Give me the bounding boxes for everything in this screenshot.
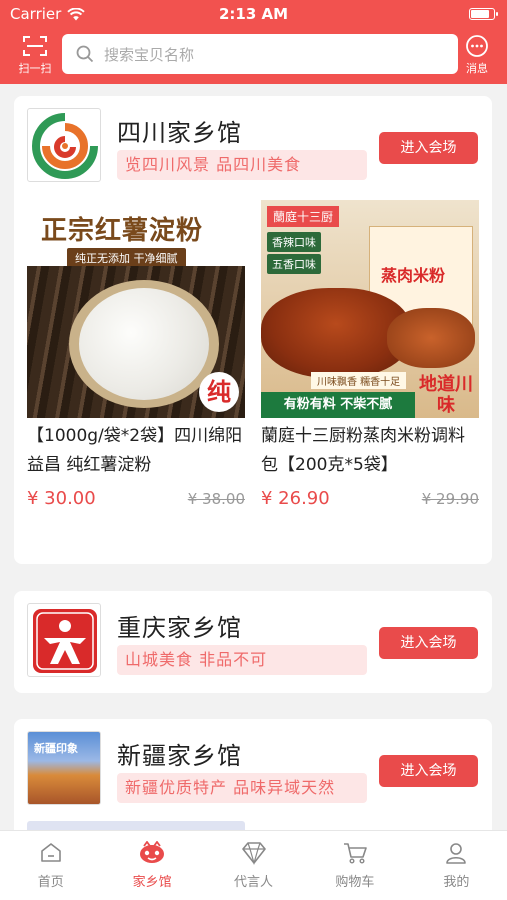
xinjiang-logo-text: 新疆印象	[34, 742, 78, 755]
product-price: ¥ 26.90	[261, 488, 330, 509]
tab-label: 购物车	[335, 875, 375, 890]
sichuan-hall-logo	[27, 108, 101, 182]
product-price: ¥ 30.00	[27, 488, 96, 509]
product-card[interactable]: 正宗红薯淀粉 纯正无添加 干净细腻 纯 【1000g/袋*2袋】四川绵阳 益昌 …	[27, 200, 245, 509]
search-icon	[76, 45, 94, 63]
hall-name: 新疆家乡馆	[117, 742, 242, 770]
status-time: 2:13 AM	[218, 5, 289, 23]
tab-label: 首页	[37, 875, 64, 890]
product-image-brand: 蘭庭十三厨	[267, 206, 340, 227]
message-icon	[466, 35, 488, 57]
tab-label: 代言人	[234, 875, 274, 890]
scan-label: 扫一扫	[18, 62, 52, 75]
product-original-price: ¥ 38.00	[187, 489, 245, 508]
product-image-strip: 川味飘香 糯香十足	[311, 372, 407, 389]
tab-cart[interactable]: 购物车	[304, 831, 405, 900]
tab-spokesperson[interactable]: 代言人	[203, 831, 304, 900]
product-image-badge: 地道川味	[419, 374, 473, 416]
tab-label: 家乡馆	[132, 875, 172, 890]
product-image-bottom-slogan: 有粉有料 不柴不腻	[261, 392, 415, 418]
product-image-title: 正宗红薯淀粉	[41, 216, 204, 246]
xinjiang-hall-logo: 新疆印象	[27, 731, 101, 805]
battery-icon	[469, 8, 498, 20]
product-name: 【1000g/袋*2袋】四川绵阳 益昌 纯红薯淀粉	[27, 426, 243, 475]
user-icon	[446, 843, 467, 864]
hall-slogan: 新疆优质特产 品味异域天然	[117, 773, 367, 803]
hometown-icon	[140, 841, 165, 863]
hall-card-sichuan: 四川家乡馆 览四川风景 品四川美食 进入会场 正宗红薯淀粉 纯正无添加 干净细腻…	[14, 96, 492, 564]
product-image-badge: 纯	[199, 372, 239, 412]
product-image: 正宗红薯淀粉 纯正无添加 干净细腻 纯	[27, 200, 245, 418]
product-image: 蘭庭十三厨 香辣口味 五香口味 蒸肉米粉 川味飘香 糯香十足 有粉有料 不柴不腻…	[261, 200, 479, 418]
home-icon	[40, 843, 61, 862]
hall-slogan: 览四川风景 品四川美食	[117, 150, 367, 180]
hall-name: 重庆家乡馆	[117, 614, 242, 642]
diamond-icon	[241, 842, 266, 865]
enter-venue-button[interactable]: 进入会场	[379, 755, 478, 787]
tab-hometown[interactable]: 家乡馆	[101, 831, 202, 900]
product-image-subtitle: 纯正无添加 干净细腻	[67, 248, 186, 268]
product-image-tag: 香辣口味	[267, 232, 321, 252]
search-input[interactable]: 搜索宝贝名称	[62, 34, 458, 74]
tab-label: 我的	[443, 875, 470, 890]
message-button[interactable]: 消息	[457, 34, 497, 76]
tab-home[interactable]: 首页	[0, 831, 101, 900]
header-bar: Carrier 2:13 AM 扫一扫 搜索宝贝名称 消息	[0, 0, 507, 84]
enter-venue-button[interactable]: 进入会场	[379, 627, 478, 659]
enter-venue-button[interactable]: 进入会场	[379, 132, 478, 164]
product-original-price: ¥ 29.90	[421, 489, 479, 508]
product-card[interactable]: 蘭庭十三厨 香辣口味 五香口味 蒸肉米粉 川味飘香 糯香十足 有粉有料 不柴不腻…	[261, 200, 479, 509]
search-placeholder: 搜索宝贝名称	[104, 45, 195, 64]
message-label: 消息	[466, 62, 488, 75]
product-image-tag: 五香口味	[267, 254, 321, 274]
scan-button[interactable]: 扫一扫	[10, 34, 60, 76]
scan-icon	[23, 36, 47, 56]
chongqing-hall-logo	[27, 603, 101, 677]
hall-slogan: 山城美食 非品不可	[117, 645, 367, 675]
bottom-tab-bar: 首页 家乡馆 代言人 购物车 我的	[0, 830, 507, 900]
status-bar: Carrier 2:13 AM	[0, 0, 507, 28]
hall-card-chongqing: 重庆家乡馆 山城美食 非品不可 进入会场	[14, 591, 492, 693]
product-name: 蘭庭十三厨粉蒸肉米粉调料包【200克*5袋】	[261, 426, 465, 475]
product-image-pack-title: 蒸肉米粉	[381, 266, 446, 285]
cart-icon	[343, 843, 367, 864]
tab-profile[interactable]: 我的	[406, 831, 507, 900]
hall-name: 四川家乡馆	[117, 119, 242, 147]
